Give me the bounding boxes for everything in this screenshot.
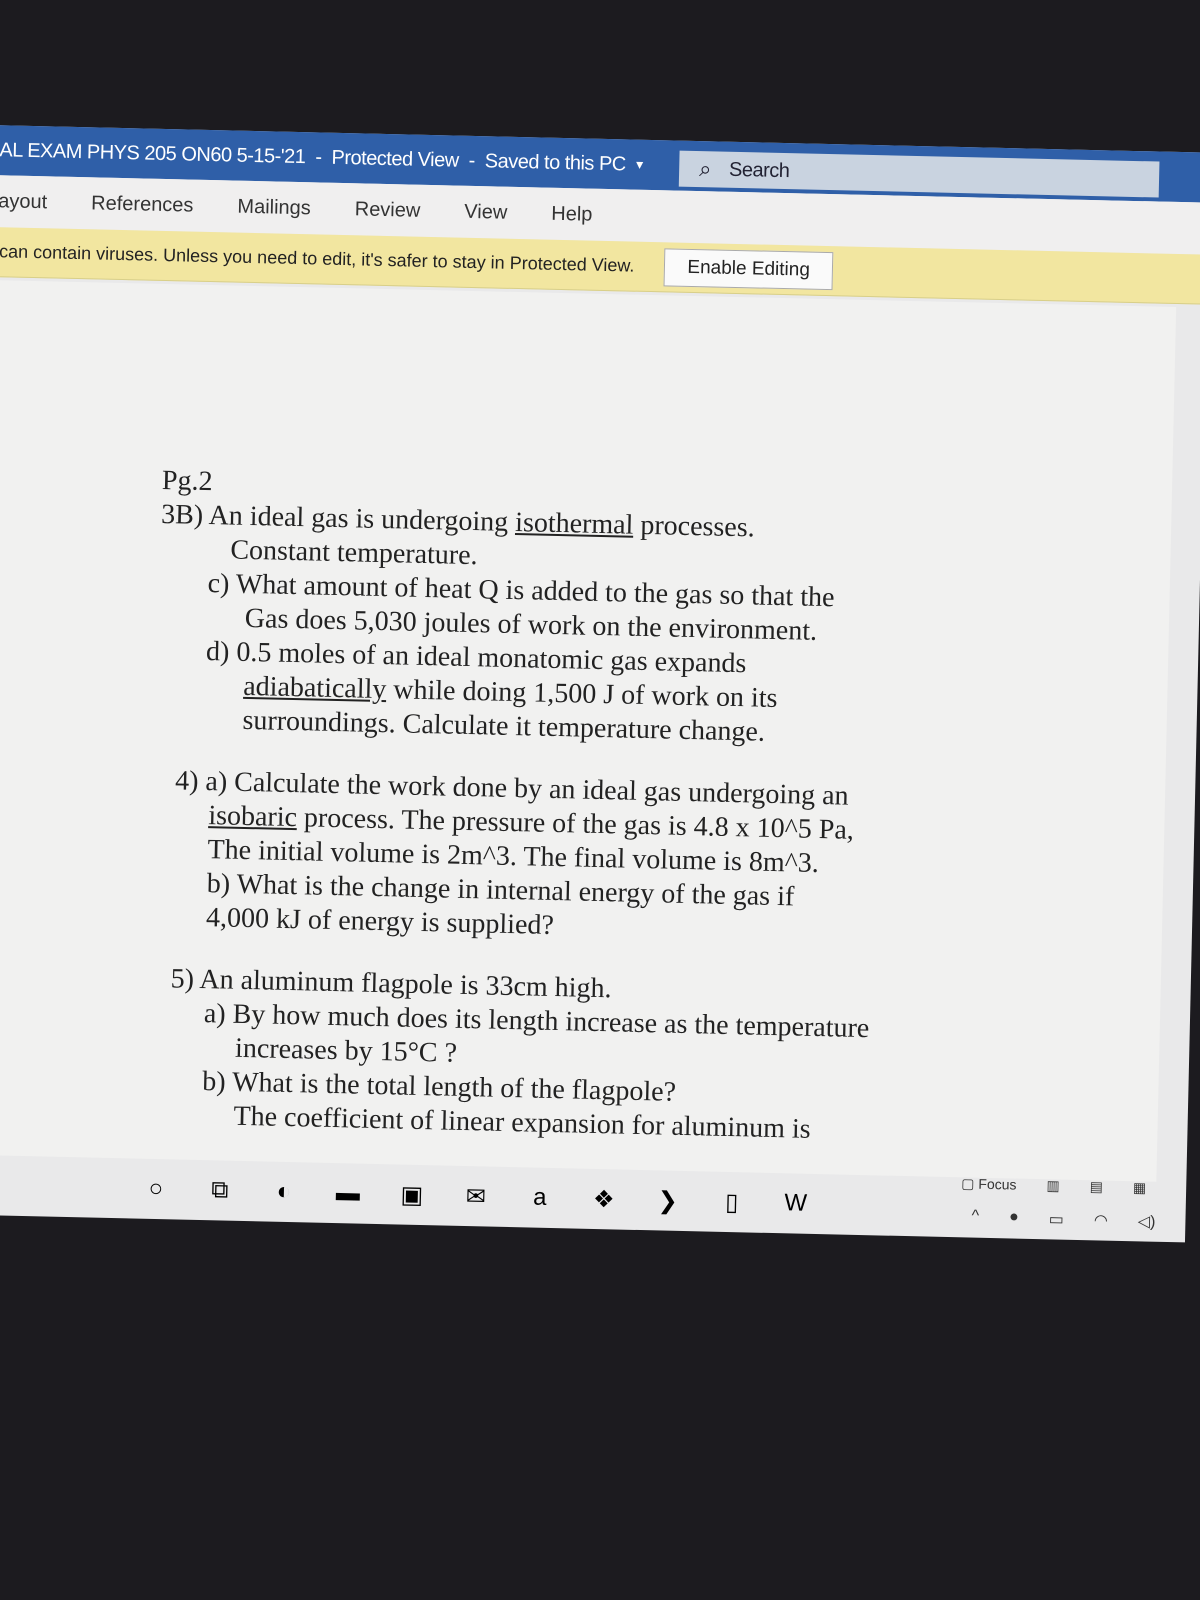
dropbox-icon[interactable]: ❖	[588, 1184, 619, 1214]
mail-icon[interactable]: ✉	[460, 1181, 491, 1211]
battery-icon[interactable]: ▭	[1048, 1209, 1065, 1229]
tab-view[interactable]: View	[464, 200, 507, 224]
enable-editing-button[interactable]: Enable Editing	[663, 247, 834, 290]
tab-references[interactable]: References	[91, 192, 194, 217]
underlined-term: isothermal	[514, 507, 634, 541]
office-icon[interactable]: ▯	[716, 1187, 747, 1217]
word-icon[interactable]: W	[780, 1189, 811, 1218]
underlined-term: adiabatically	[242, 670, 387, 706]
tab-review[interactable]: Review	[354, 198, 421, 222]
tab-mailings[interactable]: Mailings	[237, 195, 311, 220]
chevron-up-icon[interactable]: ^	[971, 1208, 979, 1228]
tab-ayout[interactable]: ayout	[0, 190, 47, 214]
search-icon: ⌕	[698, 156, 712, 182]
document-page[interactable]: Pg.2 3B) An ideal gas is undergoing isoth…	[0, 279, 1177, 1182]
view-mode: Protected View	[331, 146, 459, 172]
wifi-icon[interactable]: ◠	[1094, 1210, 1108, 1230]
underlined-term: isobaric	[208, 800, 298, 834]
task-view-icon[interactable]: ⧉	[205, 1176, 236, 1205]
store-icon[interactable]: ▣	[397, 1180, 428, 1210]
file-explorer-icon[interactable]: ▬	[333, 1179, 364, 1208]
save-status[interactable]: Saved to this PC	[485, 150, 626, 176]
protected-message: can contain viruses. Unless you need to …	[0, 241, 635, 276]
volume-icon[interactable]: ◁)	[1138, 1211, 1156, 1231]
search-box[interactable]: ⌕ Search	[678, 150, 1160, 198]
tab-help[interactable]: Help	[551, 202, 593, 226]
screen: AL EXAM PHYS 205 ON60 5-15-'21- Protecte…	[0, 125, 1200, 1243]
amazon-icon[interactable]: a	[524, 1183, 555, 1212]
document-title: AL EXAM PHYS 205 ON60 5-15-'21	[0, 138, 306, 168]
chevron-down-icon[interactable]: ▼	[634, 158, 646, 172]
edge-icon[interactable]: ◐	[269, 1178, 300, 1207]
system-tray: ^ ● ▭ ◠ ◁)	[971, 1208, 1155, 1232]
search-label: Search	[728, 158, 790, 182]
document-content: Pg.2 3B) An ideal gas is undergoing isoth…	[147, 464, 882, 1148]
powershell-icon[interactable]: ❯	[652, 1186, 683, 1216]
onedrive-icon[interactable]: ●	[1009, 1208, 1019, 1228]
cortana-icon[interactable]: ○	[141, 1175, 172, 1204]
